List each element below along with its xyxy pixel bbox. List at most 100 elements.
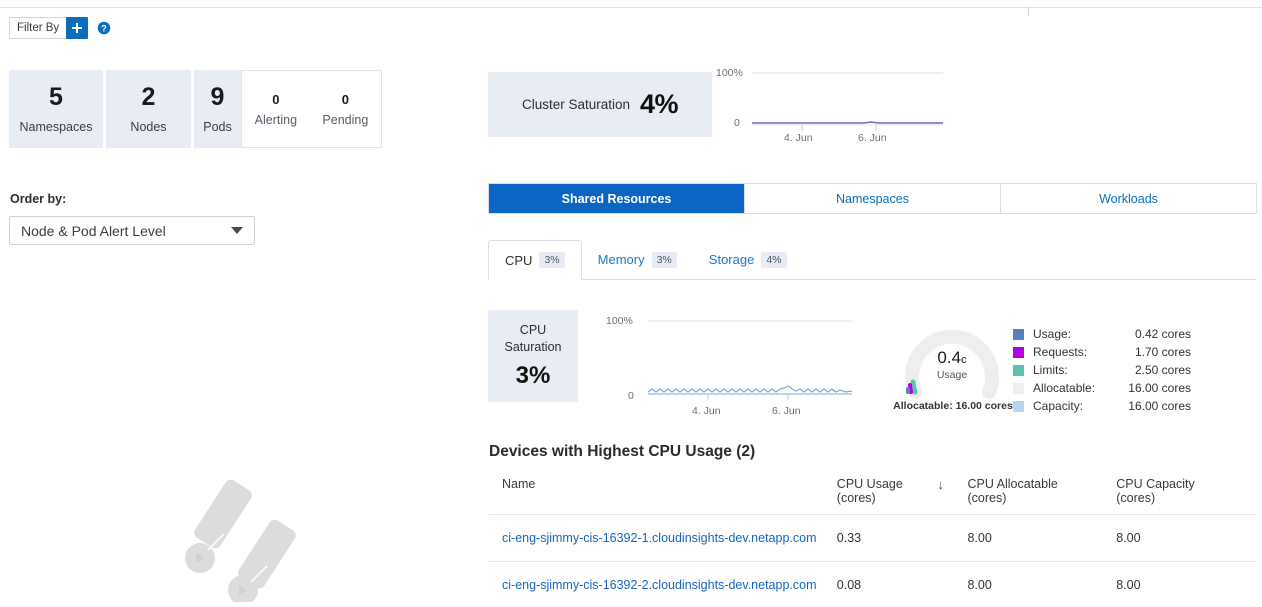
- cluster-saturation-value: 4%: [640, 89, 678, 120]
- sub-tab-pct: 3%: [539, 252, 564, 268]
- pods-summary: 9 Pods: [194, 70, 241, 148]
- tab-shared-resources[interactable]: Shared Resources: [489, 184, 745, 213]
- legend-value: 0.42 cores: [1115, 327, 1191, 341]
- device-link[interactable]: ci-eng-sjimmy-cis-16392-1.cloudinsights-…: [502, 531, 816, 545]
- sub-tab-pct: 4%: [761, 252, 786, 268]
- top-divider-tick: [1028, 7, 1029, 16]
- chart-x-label-2: 6. Jun: [858, 132, 887, 144]
- column-sublabel: (cores): [1116, 491, 1257, 505]
- sort-indicator-cell[interactable]: ↓: [937, 477, 967, 515]
- cell-cpu-usage: 0.08: [837, 562, 938, 607]
- legend-value: 2.50 cores: [1115, 363, 1191, 377]
- plus-icon[interactable]: [66, 17, 88, 39]
- cell-device-name: ci-eng-sjimmy-cis-16392-1.cloudinsights-…: [489, 515, 837, 562]
- devices-table: Name CPU Usage (cores) ↓ CPU Allocatable…: [489, 477, 1257, 607]
- chart-y-min-label: 0: [734, 117, 740, 129]
- legend-swatch-icon: [1013, 329, 1024, 340]
- kpi-card-namespaces[interactable]: 5 Namespaces: [9, 70, 103, 148]
- cpu-saturation-title-line2: Saturation: [505, 339, 562, 356]
- legend-label: Usage:: [1033, 327, 1115, 341]
- cpu-saturation-card: CPU Saturation 3%: [488, 310, 578, 402]
- pending-count: 0: [342, 92, 349, 107]
- cell-cpu-allocatable: 8.00: [967, 562, 1116, 607]
- gauge-arc-svg: [893, 318, 1011, 400]
- table-row: ci-eng-sjimmy-cis-16392-1.cloudinsights-…: [489, 515, 1257, 562]
- column-label: CPU Capacity: [1116, 477, 1195, 491]
- chart-y-max-label: 100%: [606, 315, 633, 327]
- chart-x-label-2: 6. Jun: [772, 405, 801, 417]
- column-sublabel: (cores): [837, 491, 938, 505]
- svg-text:?: ?: [101, 24, 107, 34]
- kpi-label: Namespaces: [20, 120, 93, 134]
- gauge-footer: Allocatable: 16.00 cores: [888, 400, 1018, 412]
- column-header-cpu-usage[interactable]: CPU Usage (cores): [837, 477, 938, 515]
- help-circle-icon[interactable]: ?: [97, 21, 111, 35]
- arrow-down-icon: ↓: [937, 477, 944, 492]
- tab-label: Workloads: [1099, 192, 1158, 206]
- legend-swatch-icon: [1013, 347, 1024, 358]
- legend-item-limits: Limits: 2.50 cores: [1013, 361, 1193, 379]
- legend-swatch-icon: [1013, 365, 1024, 376]
- column-label: CPU Usage: [837, 477, 903, 491]
- sub-tab-memory[interactable]: Memory 3%: [582, 240, 693, 279]
- filter-bar: Filter By ?: [9, 17, 111, 39]
- cpu-saturation-chart: 100% 0 4. Jun 6. Jun: [600, 310, 900, 405]
- chart-x-label-1: 4. Jun: [692, 405, 721, 417]
- kpi-card-pods[interactable]: 9 Pods 0 Alerting 0 Pending: [194, 70, 334, 148]
- cell-cpu-capacity: 8.00: [1116, 515, 1257, 562]
- main-tab-bar: Shared Resources Namespaces Workloads: [488, 183, 1257, 214]
- kpi-card-row: 5 Namespaces 2 Nodes 9 Pods 0 Alerting 0…: [9, 70, 337, 148]
- pods-alerting[interactable]: 0 Alerting: [255, 92, 297, 127]
- kpi-card-nodes[interactable]: 2 Nodes: [106, 70, 191, 148]
- alerting-count: 0: [272, 92, 279, 107]
- table-header-row: Name CPU Usage (cores) ↓ CPU Allocatable…: [489, 477, 1257, 515]
- column-header-name[interactable]: Name: [489, 477, 837, 515]
- column-label: Name: [502, 477, 535, 491]
- legend-value: 1.70 cores: [1115, 345, 1191, 359]
- decorative-watermark: [178, 472, 318, 602]
- sub-tab-label: CPU: [505, 253, 532, 268]
- cpu-gauge-legend: Usage: 0.42 cores Requests: 1.70 cores L…: [1013, 325, 1193, 415]
- legend-swatch-icon: [1013, 383, 1024, 394]
- tab-workloads[interactable]: Workloads: [1001, 184, 1256, 213]
- resource-sub-tab-bar: CPU 3% Memory 3% Storage 4%: [488, 240, 1257, 280]
- cluster-saturation-chart: 100% 0 4. Jun 6. Jun: [716, 62, 951, 144]
- legend-label: Limits:: [1033, 363, 1115, 377]
- sub-tab-label: Storage: [709, 252, 755, 267]
- column-label: CPU Allocatable: [967, 477, 1057, 491]
- legend-value: 16.00 cores: [1115, 381, 1191, 395]
- pods-pending[interactable]: 0 Pending: [322, 92, 368, 127]
- cpu-saturation-value: 3%: [516, 362, 551, 390]
- chart-x-label-1: 4. Jun: [784, 132, 813, 144]
- sub-tab-storage[interactable]: Storage 4%: [693, 240, 803, 279]
- legend-item-usage: Usage: 0.42 cores: [1013, 325, 1193, 343]
- devices-section-title: Devices with Highest CPU Usage (2): [489, 443, 755, 461]
- cpu-saturation-sparkline-svg: [600, 310, 900, 405]
- legend-item-requests: Requests: 1.70 cores: [1013, 343, 1193, 361]
- column-sublabel: (cores): [967, 491, 1116, 505]
- dashboard-page: Filter By ? 5 Namespaces 2 Nodes 9: [0, 0, 1262, 607]
- cell-cpu-capacity: 8.00: [1116, 562, 1257, 607]
- kpi-label: Pods: [203, 120, 232, 134]
- cell-cpu-allocatable: 8.00: [967, 515, 1116, 562]
- cell-cpu-usage: 0.33: [837, 515, 938, 562]
- pods-alert-panel: 0 Alerting 0 Pending: [241, 70, 382, 148]
- tab-namespaces[interactable]: Namespaces: [745, 184, 1001, 213]
- column-header-cpu-capacity[interactable]: CPU Capacity (cores): [1116, 477, 1257, 515]
- kpi-label: Nodes: [130, 120, 166, 134]
- order-by-label: Order by:: [10, 192, 66, 206]
- chevron-down-icon: [231, 227, 243, 234]
- order-by-select[interactable]: Node & Pod Alert Level: [9, 216, 255, 245]
- device-link[interactable]: ci-eng-sjimmy-cis-16392-2.cloudinsights-…: [502, 578, 816, 592]
- filter-by-button[interactable]: Filter By: [9, 17, 67, 39]
- sub-tab-cpu[interactable]: CPU 3%: [488, 240, 582, 280]
- tab-label: Shared Resources: [562, 192, 672, 206]
- legend-swatch-icon: [1013, 401, 1024, 412]
- column-header-cpu-allocatable[interactable]: CPU Allocatable (cores): [967, 477, 1116, 515]
- legend-label: Capacity:: [1033, 399, 1115, 413]
- pending-label: Pending: [322, 113, 368, 127]
- cluster-saturation-card: Cluster Saturation 4%: [488, 72, 712, 137]
- tab-label: Namespaces: [836, 192, 909, 206]
- alerting-label: Alerting: [255, 113, 297, 127]
- cell-sort-spacer: [937, 562, 967, 607]
